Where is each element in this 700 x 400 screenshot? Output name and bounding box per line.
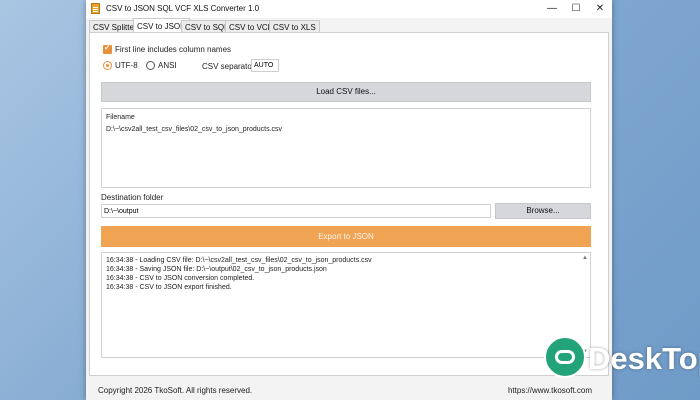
website-link[interactable]: https://www.tkosoft.com <box>508 386 592 395</box>
utf8-label: UTF-8 <box>115 61 138 70</box>
log-line: 16:34:38 - Loading CSV file: D:\~\csv2al… <box>106 257 372 264</box>
log-line: 16:34:38 - CSV to JSON conversion comple… <box>106 275 255 282</box>
csv-separator-label: CSV separator <box>202 62 255 71</box>
export-to-json-button[interactable]: Export to JSON <box>101 226 591 247</box>
window-title: CSV to JSON SQL VCF XLS Converter 1.0 <box>106 4 260 13</box>
list-item[interactable]: D:\~\csv2all_test_csv_files\02_csv_to_js… <box>106 126 282 133</box>
csv-to-json-panel: First line includes column names UTF-8 A… <box>89 32 609 376</box>
title-bar: CSV to JSON SQL VCF XLS Converter 1.0 — … <box>86 0 612 18</box>
app-icon <box>91 3 100 14</box>
destination-folder-input[interactable] <box>101 204 491 218</box>
utf8-radio[interactable] <box>103 61 112 70</box>
first-line-label: First line includes column names <box>115 45 232 54</box>
csv-separator-input[interactable] <box>251 59 279 72</box>
minimize-button[interactable]: — <box>540 0 564 18</box>
desktop-logo-icon <box>544 336 586 378</box>
destination-folder-label: Destination folder <box>101 193 164 202</box>
close-button[interactable]: ✕ <box>588 0 612 18</box>
load-csv-button[interactable]: Load CSV files... <box>101 82 591 102</box>
status-bar: Copyright 2026 TkoSoft. All rights reser… <box>86 380 612 400</box>
log-line: 16:34:38 - CSV to JSON export finished. <box>106 284 232 291</box>
log-line: 16:34:38 - Saving JSON file: D:\~\output… <box>106 266 327 273</box>
log-output[interactable]: 16:34:38 - Loading CSV file: D:\~\csv2al… <box>101 252 591 358</box>
browse-button[interactable]: Browse... <box>495 203 591 219</box>
ansi-radio[interactable] <box>146 61 155 70</box>
copyright-text: Copyright 2026 TkoSoft. All rights reser… <box>98 386 253 395</box>
first-line-checkbox[interactable] <box>103 43 112 54</box>
app-window: CSV to JSON SQL VCF XLS Converter 1.0 — … <box>86 0 612 400</box>
file-list[interactable]: Filename D:\~\csv2all_test_csv_files\02_… <box>101 108 591 188</box>
tab-bar: CSV Splitter CSV to JSON CSV to SQL CSV … <box>86 18 612 33</box>
filename-column-header: Filename <box>106 114 135 121</box>
watermark-text: DeskTop <box>588 341 700 376</box>
ansi-label: ANSI <box>158 61 177 70</box>
maximize-button[interactable]: ☐ <box>564 0 588 18</box>
scroll-up-icon[interactable]: ▲ <box>581 254 589 262</box>
